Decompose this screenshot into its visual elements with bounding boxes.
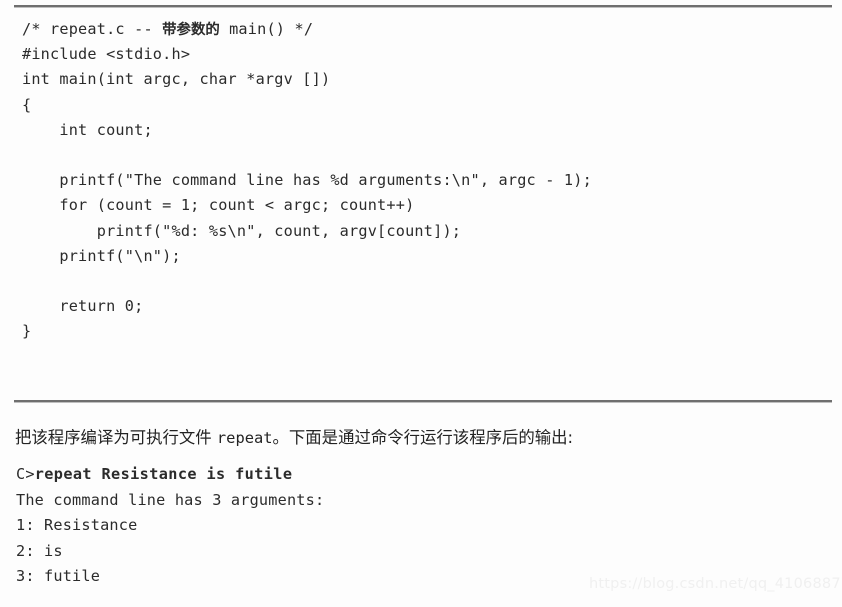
code-listing: /* repeat.c -- 带参数的 main() */ #include <… — [22, 17, 822, 344]
page-canvas: /* repeat.c -- 带参数的 main() */ #include <… — [0, 0, 842, 607]
code-line: int main(int argc, char *argv []) — [22, 70, 331, 89]
comment-chinese: 带参数的 — [162, 22, 220, 38]
divider-middle — [14, 400, 832, 402]
prose-part-2: 。下面是通过命令行运行该程序后的输出: — [272, 428, 574, 447]
code-line: printf("The command line has %d argument… — [22, 171, 592, 190]
prose-filename: repeat — [216, 429, 273, 447]
console-transcript: C>repeat Resistance is futile The comman… — [16, 462, 816, 590]
comment-prefix: /* repeat.c -- — [22, 20, 163, 38]
console-output-line: 2: is — [16, 541, 63, 560]
code-line: printf("%d: %s\n", count, argv[count]); — [22, 221, 462, 240]
prose-paragraph: 把该程序编译为可执行文件 repeat。下面是通过命令行运行该程序后的输出: — [15, 426, 827, 450]
console-output-line: 1: Resistance — [16, 516, 138, 535]
code-line: for (count = 1; count < argc; count++) — [22, 196, 415, 215]
code-line: int count; — [22, 120, 153, 139]
comment-suffix: main() */ — [219, 20, 314, 38]
prose-part-1: 把该程序编译为可执行文件 — [15, 428, 217, 447]
watermark-url: https://blog.csdn.net/qq_41068877 — [589, 576, 842, 592]
code-line: } — [22, 322, 32, 341]
console-command: repeat Resistance is futile — [34, 465, 293, 483]
console-output-line: The command line has 3 arguments: — [16, 490, 325, 509]
divider-top — [14, 5, 832, 7]
code-line: printf("\n"); — [22, 246, 181, 265]
console-command-line: C>repeat Resistance is futile — [16, 462, 816, 488]
code-line-comment: /* repeat.c -- 带参数的 main() */ — [22, 17, 822, 42]
code-line: #include <stdio.h> — [22, 45, 191, 64]
console-prompt: C> — [16, 465, 35, 483]
code-line: { — [22, 95, 32, 114]
code-line: return 0; — [22, 297, 144, 316]
